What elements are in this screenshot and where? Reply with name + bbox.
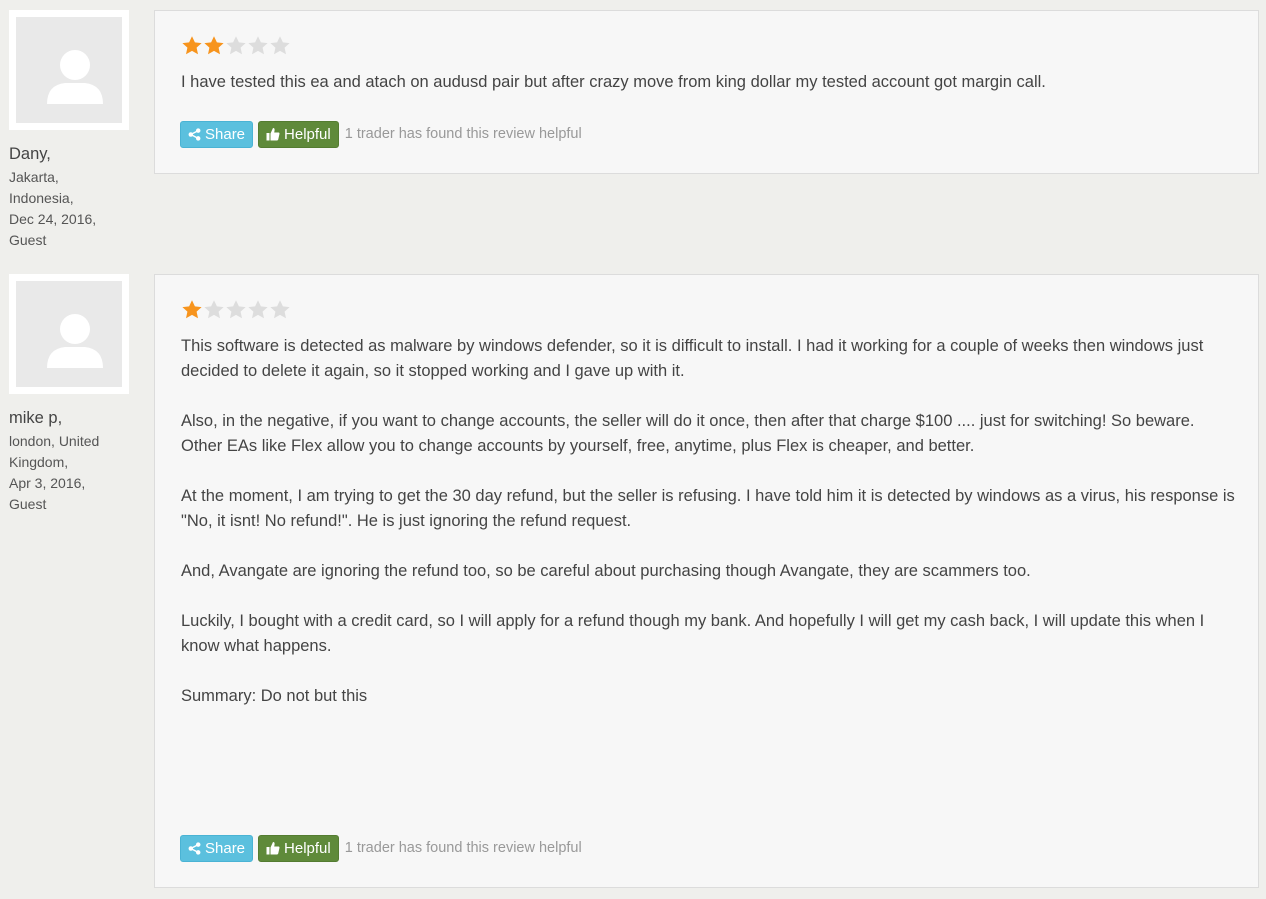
review-paragraph: Luckily, I bought with a credit card, so…: [181, 612, 1205, 655]
star-icon: [248, 36, 268, 55]
avatar-placeholder-icon: [47, 50, 103, 104]
helpful-button[interactable]: Helpful: [258, 834, 339, 862]
star-icon: [204, 300, 224, 319]
avatar-placeholder-icon: [47, 314, 103, 368]
star-icon: [204, 36, 224, 55]
review-actions: Share Helpful 1 trader has found this re…: [180, 120, 582, 148]
thumbs-up-icon: [266, 842, 280, 855]
helpful-button[interactable]: Helpful: [258, 120, 339, 148]
avatar: [9, 274, 129, 394]
author-role: Guest: [9, 496, 47, 512]
review-paragraph: I have tested this ea and atach on audus…: [181, 73, 1046, 91]
star-icon: [226, 300, 246, 319]
helpful-count-text: 1 trader has found this review helpful: [344, 840, 582, 856]
review-card: This software is detected as malware by …: [154, 274, 1259, 888]
review-author: Dany, Jakarta, Indonesia, Dec 24, 2016, …: [9, 143, 139, 251]
star-rating: [181, 35, 291, 57]
review-paragraph: Summary: Do not but this: [181, 687, 368, 705]
share-icon: [188, 841, 201, 855]
author-country: Kingdom,: [9, 454, 69, 470]
star-icon: [226, 36, 246, 55]
review-date: Dec 24, 2016,: [9, 211, 97, 227]
star-icon: [270, 36, 290, 55]
review-author: mike p, london, United Kingdom, Apr 3, 2…: [9, 407, 139, 515]
author-country: Indonesia,: [9, 190, 74, 206]
author-name: Dany,: [9, 145, 51, 163]
star-icon: [270, 300, 290, 319]
star-icon: [182, 300, 202, 319]
review-text: I have tested this ea and atach on audus…: [181, 70, 1240, 95]
star-rating: [181, 299, 291, 321]
helpful-label: Helpful: [284, 125, 331, 143]
author-name: mike p,: [9, 409, 63, 427]
review-date: Apr 3, 2016,: [9, 475, 86, 491]
review-card: I have tested this ea and atach on audus…: [154, 10, 1259, 174]
star-icon: [182, 36, 202, 55]
helpful-label: Helpful: [284, 839, 331, 857]
review-paragraph: At the moment, I am trying to get the 30…: [181, 487, 1235, 530]
review-paragraph: And, Avangate are ignoring the refund to…: [181, 562, 1031, 580]
star-icon: [248, 300, 268, 319]
review-text: This software is detected as malware by …: [181, 334, 1240, 709]
review-actions: Share Helpful 1 trader has found this re…: [180, 834, 582, 862]
share-button[interactable]: Share: [180, 120, 254, 148]
review-paragraph: Also, in the negative, if you want to ch…: [181, 412, 1195, 455]
share-label: Share: [205, 125, 246, 143]
avatar: [9, 10, 129, 130]
author-role: Guest: [9, 232, 47, 248]
share-icon: [188, 127, 201, 141]
author-city: london, United: [9, 433, 100, 449]
share-button[interactable]: Share: [180, 834, 254, 862]
thumbs-up-icon: [266, 128, 280, 141]
helpful-count-text: 1 trader has found this review helpful: [344, 126, 582, 142]
author-city: Jakarta,: [9, 169, 59, 185]
review-paragraph: This software is detected as malware by …: [181, 337, 1204, 380]
share-label: Share: [205, 839, 246, 857]
